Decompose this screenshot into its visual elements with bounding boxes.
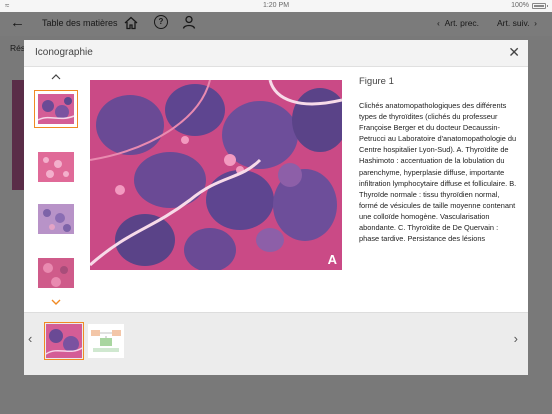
battery-icon	[532, 3, 548, 9]
modal-title: Iconographie	[35, 47, 93, 58]
image-panel-letter: A	[327, 252, 337, 267]
close-icon[interactable]: ✕	[508, 44, 520, 60]
chevron-right-icon[interactable]: ›	[514, 331, 518, 346]
status-right: 100%	[511, 2, 548, 10]
figure-strip-item-2[interactable]	[88, 324, 124, 358]
figure-thumbnail-3[interactable]	[38, 204, 74, 234]
modal-header: Iconographie ✕	[24, 40, 528, 67]
figure-title: Figure 1	[359, 76, 394, 87]
chevron-left-icon[interactable]: ‹	[28, 331, 32, 346]
chevron-down-icon[interactable]	[50, 298, 62, 306]
histology-image	[90, 80, 342, 270]
figure-strip: ‹ ›	[24, 312, 528, 375]
status-time: 1:20 PM	[262, 2, 290, 9]
figure-thumbnail-1[interactable]	[34, 90, 78, 128]
figure-thumbnail-4[interactable]	[38, 258, 74, 288]
status-bar: ≈ 1:20 PM 100%	[0, 0, 552, 12]
battery-percent: 100%	[511, 2, 529, 9]
figure-thumbnail-2[interactable]	[38, 152, 74, 182]
iconography-modal: Iconographie ✕ A Figure 1 Clichés anatom…	[24, 40, 528, 375]
figure-strip-item-1[interactable]	[44, 322, 84, 360]
chevron-up-icon[interactable]	[50, 73, 62, 81]
figure-main-image[interactable]: A	[90, 80, 342, 270]
figure-caption: Clichés anatomopathologiques des différe…	[359, 101, 517, 244]
